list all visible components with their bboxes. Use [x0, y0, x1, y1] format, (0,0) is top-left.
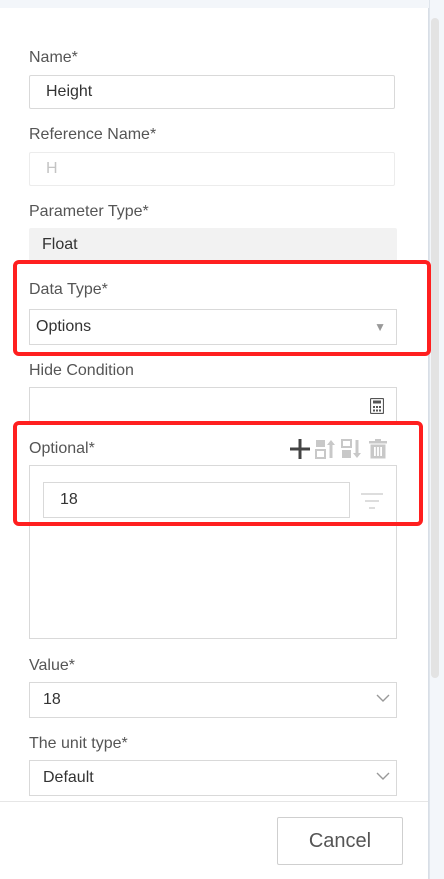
value-selected: 18: [43, 691, 61, 708]
unit-type-select[interactable]: Default: [29, 760, 397, 796]
chevron-down-icon: [376, 694, 390, 702]
cancel-button[interactable]: Cancel: [277, 817, 403, 865]
unit-type-selected: Default: [43, 769, 94, 786]
value-select[interactable]: 18: [29, 682, 397, 718]
value-label: Value*: [29, 657, 75, 674]
name-input[interactable]: Height: [29, 75, 395, 109]
reference-name-input[interactable]: H: [29, 152, 395, 186]
footer-divider: [0, 801, 428, 802]
hide-condition-label: Hide Condition: [29, 362, 134, 379]
parameter-type-label: Parameter Type*: [29, 203, 149, 220]
name-label: Name*: [29, 49, 78, 66]
calculator-icon[interactable]: [370, 398, 384, 414]
highlight-box-data-type: [13, 260, 431, 356]
unit-type-label: The unit type*: [29, 735, 128, 752]
highlight-box-optional: [13, 421, 423, 526]
reference-name-label: Reference Name*: [29, 126, 157, 143]
hide-condition-field[interactable]: [29, 387, 397, 423]
chevron-down-icon: [376, 772, 390, 780]
scrollbar[interactable]: [431, 18, 439, 678]
parameter-type-value: Float: [29, 228, 397, 262]
